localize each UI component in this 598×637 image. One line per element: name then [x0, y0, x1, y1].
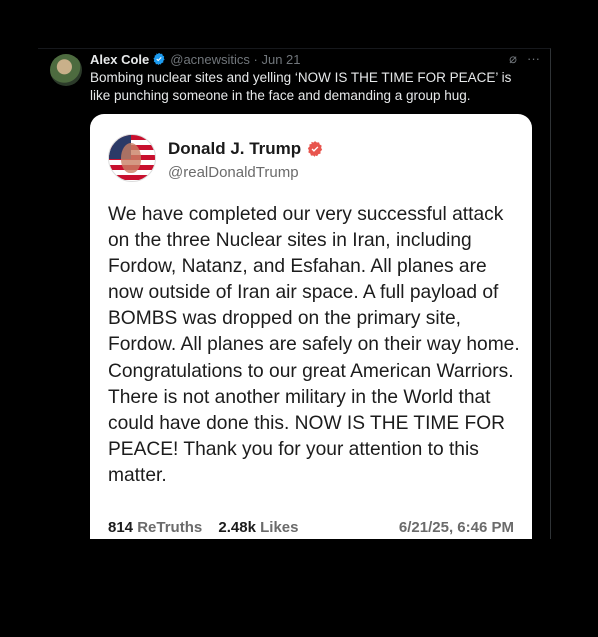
quoted-avatar	[108, 134, 156, 182]
likes-count: 2.48k	[218, 519, 256, 536]
retruths-count: 814	[108, 519, 134, 536]
quoted-date: 6/21/25, 6:46 PM	[398, 519, 514, 536]
author-name[interactable]: Alex Cole	[90, 52, 149, 67]
truth-verified-icon	[308, 141, 323, 157]
retruths-label: ReTruths	[137, 519, 203, 536]
post-header: Alex Cole @acnewsitics · Jun 21 ⌀ ···	[90, 50, 540, 68]
post-text: Bombing nuclear sites and yelling ‘NOW I…	[90, 70, 512, 103]
post[interactable]: Alex Cole @acnewsitics · Jun 21 ⌀ ··· Bo…	[38, 48, 551, 539]
author-handle[interactable]: @acnewsitics · Jun 21	[170, 52, 300, 67]
quoted-author-handle: @realDonaldTrump	[168, 164, 299, 181]
quoted-stats: 814 ReTruths 2.48k Likes 6/21/25, 6:46 P…	[108, 519, 514, 536]
header-actions: ⌀ ···	[509, 50, 540, 68]
quoted-author-name-row: Donald J. Trump	[168, 139, 324, 159]
grok-icon[interactable]: ⌀	[509, 50, 517, 68]
quoted-post-image[interactable]: Donald J. Trump @realDonaldTrump We have…	[90, 114, 532, 539]
verified-badge-icon	[153, 52, 165, 66]
quoted-body: We have completed our very successful at…	[108, 204, 520, 486]
quoted-author-name: Donald J. Trump	[168, 139, 302, 158]
avatar[interactable]	[50, 54, 82, 86]
more-icon[interactable]: ···	[527, 50, 540, 68]
likes-label: Likes	[260, 519, 299, 536]
